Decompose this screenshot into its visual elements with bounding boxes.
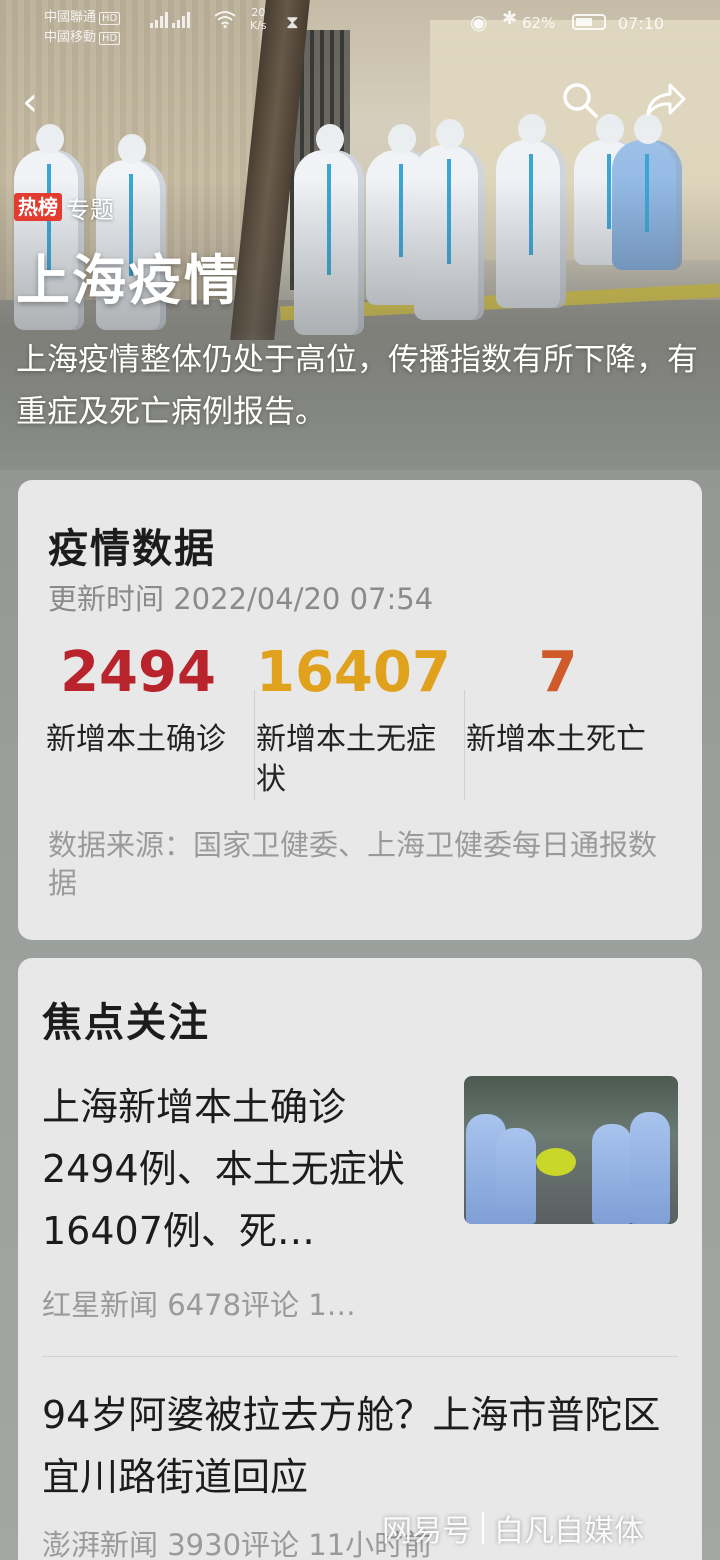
network-speed: 20 K/s [250,6,267,32]
watermark-author: 白凡自媒体 [494,1514,644,1549]
status-bar: 中國聯通 HD 中國移動 HD 20 K/s ⧗ ◉ ✱ 62% 07:10 [0,0,720,46]
battery-percent: 62% [522,14,556,32]
stat-value: 2494 [60,640,216,705]
search-icon[interactable] [560,80,600,120]
stat-value: 16407 [256,640,451,705]
carrier-2: 中國移動 HD [44,26,121,45]
thumbnail-figure [496,1128,536,1224]
watermark: 网易号 白凡自媒体 [382,1506,644,1550]
epidemic-data-title: 疫情数据 [48,526,216,572]
news-thumbnail[interactable] [464,1076,678,1224]
thumbnail-bag [536,1148,576,1176]
stat-label: 新增本土死亡 [466,722,646,757]
stat-new-asymptomatic: 16407 新增本土无症状 [256,640,456,800]
update-time: 更新时间 2022/04/20 07:54 [48,582,434,616]
signal-icon [150,12,190,28]
bluetooth-icon: ✱ [502,8,518,29]
wifi-icon [214,11,236,28]
carrier-1-label: 中國聯通 [44,10,97,25]
focus-title: 焦点关注 [42,1000,210,1046]
topic-tag-row: 热榜 专题 [14,190,114,224]
stat-value: 7 [538,640,578,705]
topic-summary: 上海疫情整体仍处于高位，传播指数有所下降，有重症及死亡病例报告。 [16,342,698,430]
back-arrow-icon[interactable]: ‹ [22,82,58,122]
thumbnail-figure [592,1124,632,1224]
topic-type-label: 专题 [66,195,114,224]
battery-fill [576,18,592,26]
news-headline[interactable]: 上海新增本土确诊2494例、本土无症状16407例、死… [42,1076,442,1262]
network-speed-value: 20 [251,6,266,19]
topic-title: 上海疫情 [16,249,240,312]
focus-card: 焦点关注 上海新增本土确诊2494例、本土无症状16407例、死… 红星新闻 6… [18,958,702,1560]
news-meta: 红星新闻 6478评论 1… [42,1288,356,1322]
stat-divider [464,690,465,800]
stat-label: 新增本土确诊 [46,722,226,757]
news-divider [42,1356,678,1357]
carrier-1: 中國聯通 HD [44,6,121,25]
data-source-note: 数据来源：国家卫健委、上海卫健委每日通报数据 [48,828,658,900]
clock: 07:10 [618,14,665,33]
share-icon[interactable] [644,80,686,120]
thumbnail-figure [630,1112,670,1224]
stat-new-confirmed: 2494 新增本土确诊 [46,640,246,760]
hd-tag: HD [99,32,121,45]
hd-tag: HD [99,12,121,25]
watermark-separator [482,1512,484,1544]
watermark-platform: 网易号 [382,1514,472,1549]
screen: 中國聯通 HD 中國移動 HD 20 K/s ⧗ ◉ ✱ 62% 07:10 ‹… [0,0,720,1560]
eye-icon: ◉ [470,10,488,34]
news-item[interactable]: 上海新增本土确诊2494例、本土无症状16407例、死… 红星新闻 6478评论… [42,1076,678,1346]
news-headline[interactable]: 94岁阿婆被拉去方舱？上海市普陀区宜川路街道回应 [42,1384,682,1508]
hot-list-badge[interactable]: 热榜 [14,193,62,221]
stat-new-deaths: 7 新增本土死亡 [466,640,666,760]
carrier-2-label: 中國移動 [44,30,97,45]
battery-icon [572,14,606,30]
network-speed-unit: K/s [250,19,267,32]
stat-label: 新增本土无症状 [256,722,436,797]
epidemic-data-card: 疫情数据 更新时间 2022/04/20 07:54 2494 新增本土确诊 1… [18,480,702,940]
hourglass-icon: ⧗ [286,12,299,33]
stat-divider [254,690,255,800]
